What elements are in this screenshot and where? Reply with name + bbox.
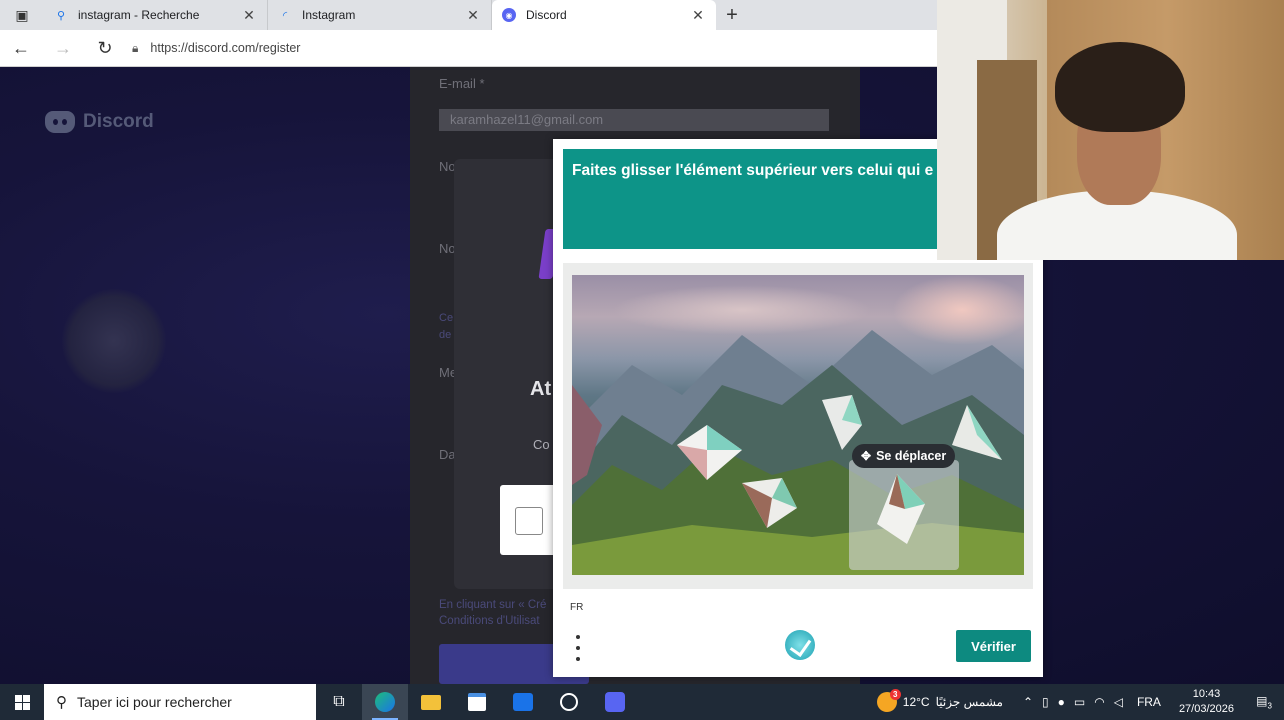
forward-arrow-icon[interactable]: →: [42, 30, 84, 67]
weather-icon: 3: [876, 689, 901, 712]
captcha-image[interactable]: ✥ Se déplacer: [572, 275, 1024, 575]
address-bar: ← → ↻ 🔒︎ https://discord.com/register: [0, 30, 940, 67]
device-icon[interactable]: ▯: [1042, 695, 1049, 709]
legal-line: En cliquant sur « Cré: [439, 599, 547, 611]
close-icon[interactable]: ✕: [465, 7, 481, 24]
move-arrows-icon: ✥: [861, 449, 872, 463]
drag-handle-area[interactable]: [849, 460, 959, 570]
discord-logo[interactable]: Discord: [45, 111, 154, 133]
webcam-person-hair: [1055, 42, 1185, 132]
decorative-orb: [62, 289, 166, 393]
notification-icon[interactable]: ▤3: [1250, 694, 1278, 710]
move-label: Se déplacer: [876, 449, 947, 463]
discord-app-icon[interactable]: [592, 684, 638, 720]
new-tab-button[interactable]: +: [716, 4, 748, 27]
tab-actions-icon[interactable]: ▣: [0, 0, 44, 30]
hcaptcha-logo-icon[interactable]: [785, 630, 815, 660]
language-selector[interactable]: FR: [570, 602, 583, 613]
note-partial: de: [439, 329, 452, 341]
mail-icon[interactable]: [500, 684, 546, 720]
modal-text: Co: [533, 437, 550, 452]
email-label: E-mail *: [439, 76, 485, 91]
legal-line: Conditions d'Utilisat: [439, 615, 540, 627]
system-tray: 3 12°C مشمس جزئيًا ⌃ ▯ ● ▭ ◠ ◁ FRA 10:43…: [876, 684, 1284, 720]
loading-icon: ◜: [282, 9, 288, 22]
lock-icon: 🔒︎: [132, 40, 139, 55]
tab-instagram-search[interactable]: ⚲ instagram - Recherche ✕: [44, 0, 268, 30]
microphone-icon[interactable]: ●: [1058, 695, 1065, 709]
move-tooltip[interactable]: ✥ Se déplacer: [852, 444, 956, 468]
weather-text: مشمس جزئيًا: [935, 695, 1003, 709]
captcha-panel: ✥ Se déplacer: [563, 263, 1033, 589]
clock-date: 27/03/2026: [1178, 703, 1234, 715]
notification-count: 3: [1267, 701, 1272, 711]
brand-name: Discord: [83, 111, 154, 132]
more-options-icon[interactable]: [573, 635, 583, 661]
weather-badge: 3: [889, 689, 901, 700]
tab-label: instagram - Recherche: [78, 8, 200, 22]
email-field[interactable]: karamhazel11@gmail.com: [439, 109, 829, 131]
shape-piece[interactable]: [952, 405, 1002, 465]
search-placeholder: Taper ici pour rechercher: [77, 694, 232, 710]
edge-icon[interactable]: [362, 684, 408, 720]
input-language[interactable]: FRA: [1137, 695, 1161, 709]
shape-piece[interactable]: [822, 395, 862, 450]
windows-start-icon[interactable]: [0, 684, 44, 720]
close-icon[interactable]: ✕: [241, 7, 257, 24]
chevron-up-icon[interactable]: ⌃: [1023, 695, 1033, 709]
discord-icon: [45, 111, 75, 133]
app-icon[interactable]: [546, 684, 592, 720]
system-icons: ⌃ ▯ ● ▭ ◠ ◁: [1023, 695, 1123, 709]
back-arrow-icon[interactable]: ←: [0, 30, 42, 67]
screen: ▣ ⚲ instagram - Recherche ✕ ◜ Instagram …: [0, 0, 1284, 720]
tab-label: Instagram: [302, 8, 356, 22]
wifi-icon[interactable]: ◠: [1094, 695, 1104, 709]
webcam-overlay: [937, 0, 1284, 260]
verify-button[interactable]: Vérifier: [956, 630, 1031, 662]
file-explorer-icon[interactable]: [408, 684, 454, 720]
close-icon[interactable]: ✕: [690, 7, 706, 24]
search-icon: ⚲: [56, 9, 66, 22]
tab-discord[interactable]: ◉ Discord ✕: [492, 0, 716, 30]
captcha-checkbox[interactable]: [515, 507, 543, 535]
windows-taskbar: ⚲ Taper ici pour rechercher ⧉ 3 12°C مشم…: [0, 684, 1284, 720]
tab-instagram[interactable]: ◜ Instagram ✕: [268, 0, 492, 30]
clock-time: 10:43: [1192, 688, 1221, 700]
url-text: https://discord.com/register: [150, 41, 301, 55]
taskbar-search[interactable]: ⚲ Taper ici pour rechercher: [44, 684, 316, 720]
modal-title: At: [530, 378, 552, 400]
shape-piece[interactable]: [742, 478, 797, 528]
refresh-icon[interactable]: ↻: [84, 30, 126, 67]
weather-widget[interactable]: 3 12°C مشمس جزئيًا: [876, 689, 1003, 712]
volume-icon[interactable]: ◁: [1114, 695, 1123, 709]
shape-piece[interactable]: [677, 425, 742, 480]
task-view-icon[interactable]: ⧉: [316, 684, 362, 720]
browser-tab-bar: ▣ ⚲ instagram - Recherche ✕ ◜ Instagram …: [0, 0, 940, 30]
discord-icon: ◉: [502, 8, 516, 22]
clock[interactable]: 10:43 27/03/2026: [1179, 687, 1234, 717]
draggable-piece[interactable]: [877, 474, 925, 544]
url-field[interactable]: 🔒︎ https://discord.com/register: [132, 41, 300, 56]
store-icon[interactable]: [454, 684, 500, 720]
note-partial: Ce: [439, 312, 454, 324]
tab-label: Discord: [526, 8, 567, 22]
search-icon: ⚲: [56, 694, 67, 711]
legal-text: En cliquant sur « Cré Conditions d'Utili…: [439, 597, 546, 629]
weather-temp: 12°C: [902, 695, 930, 709]
battery-icon[interactable]: ▭: [1074, 695, 1085, 709]
